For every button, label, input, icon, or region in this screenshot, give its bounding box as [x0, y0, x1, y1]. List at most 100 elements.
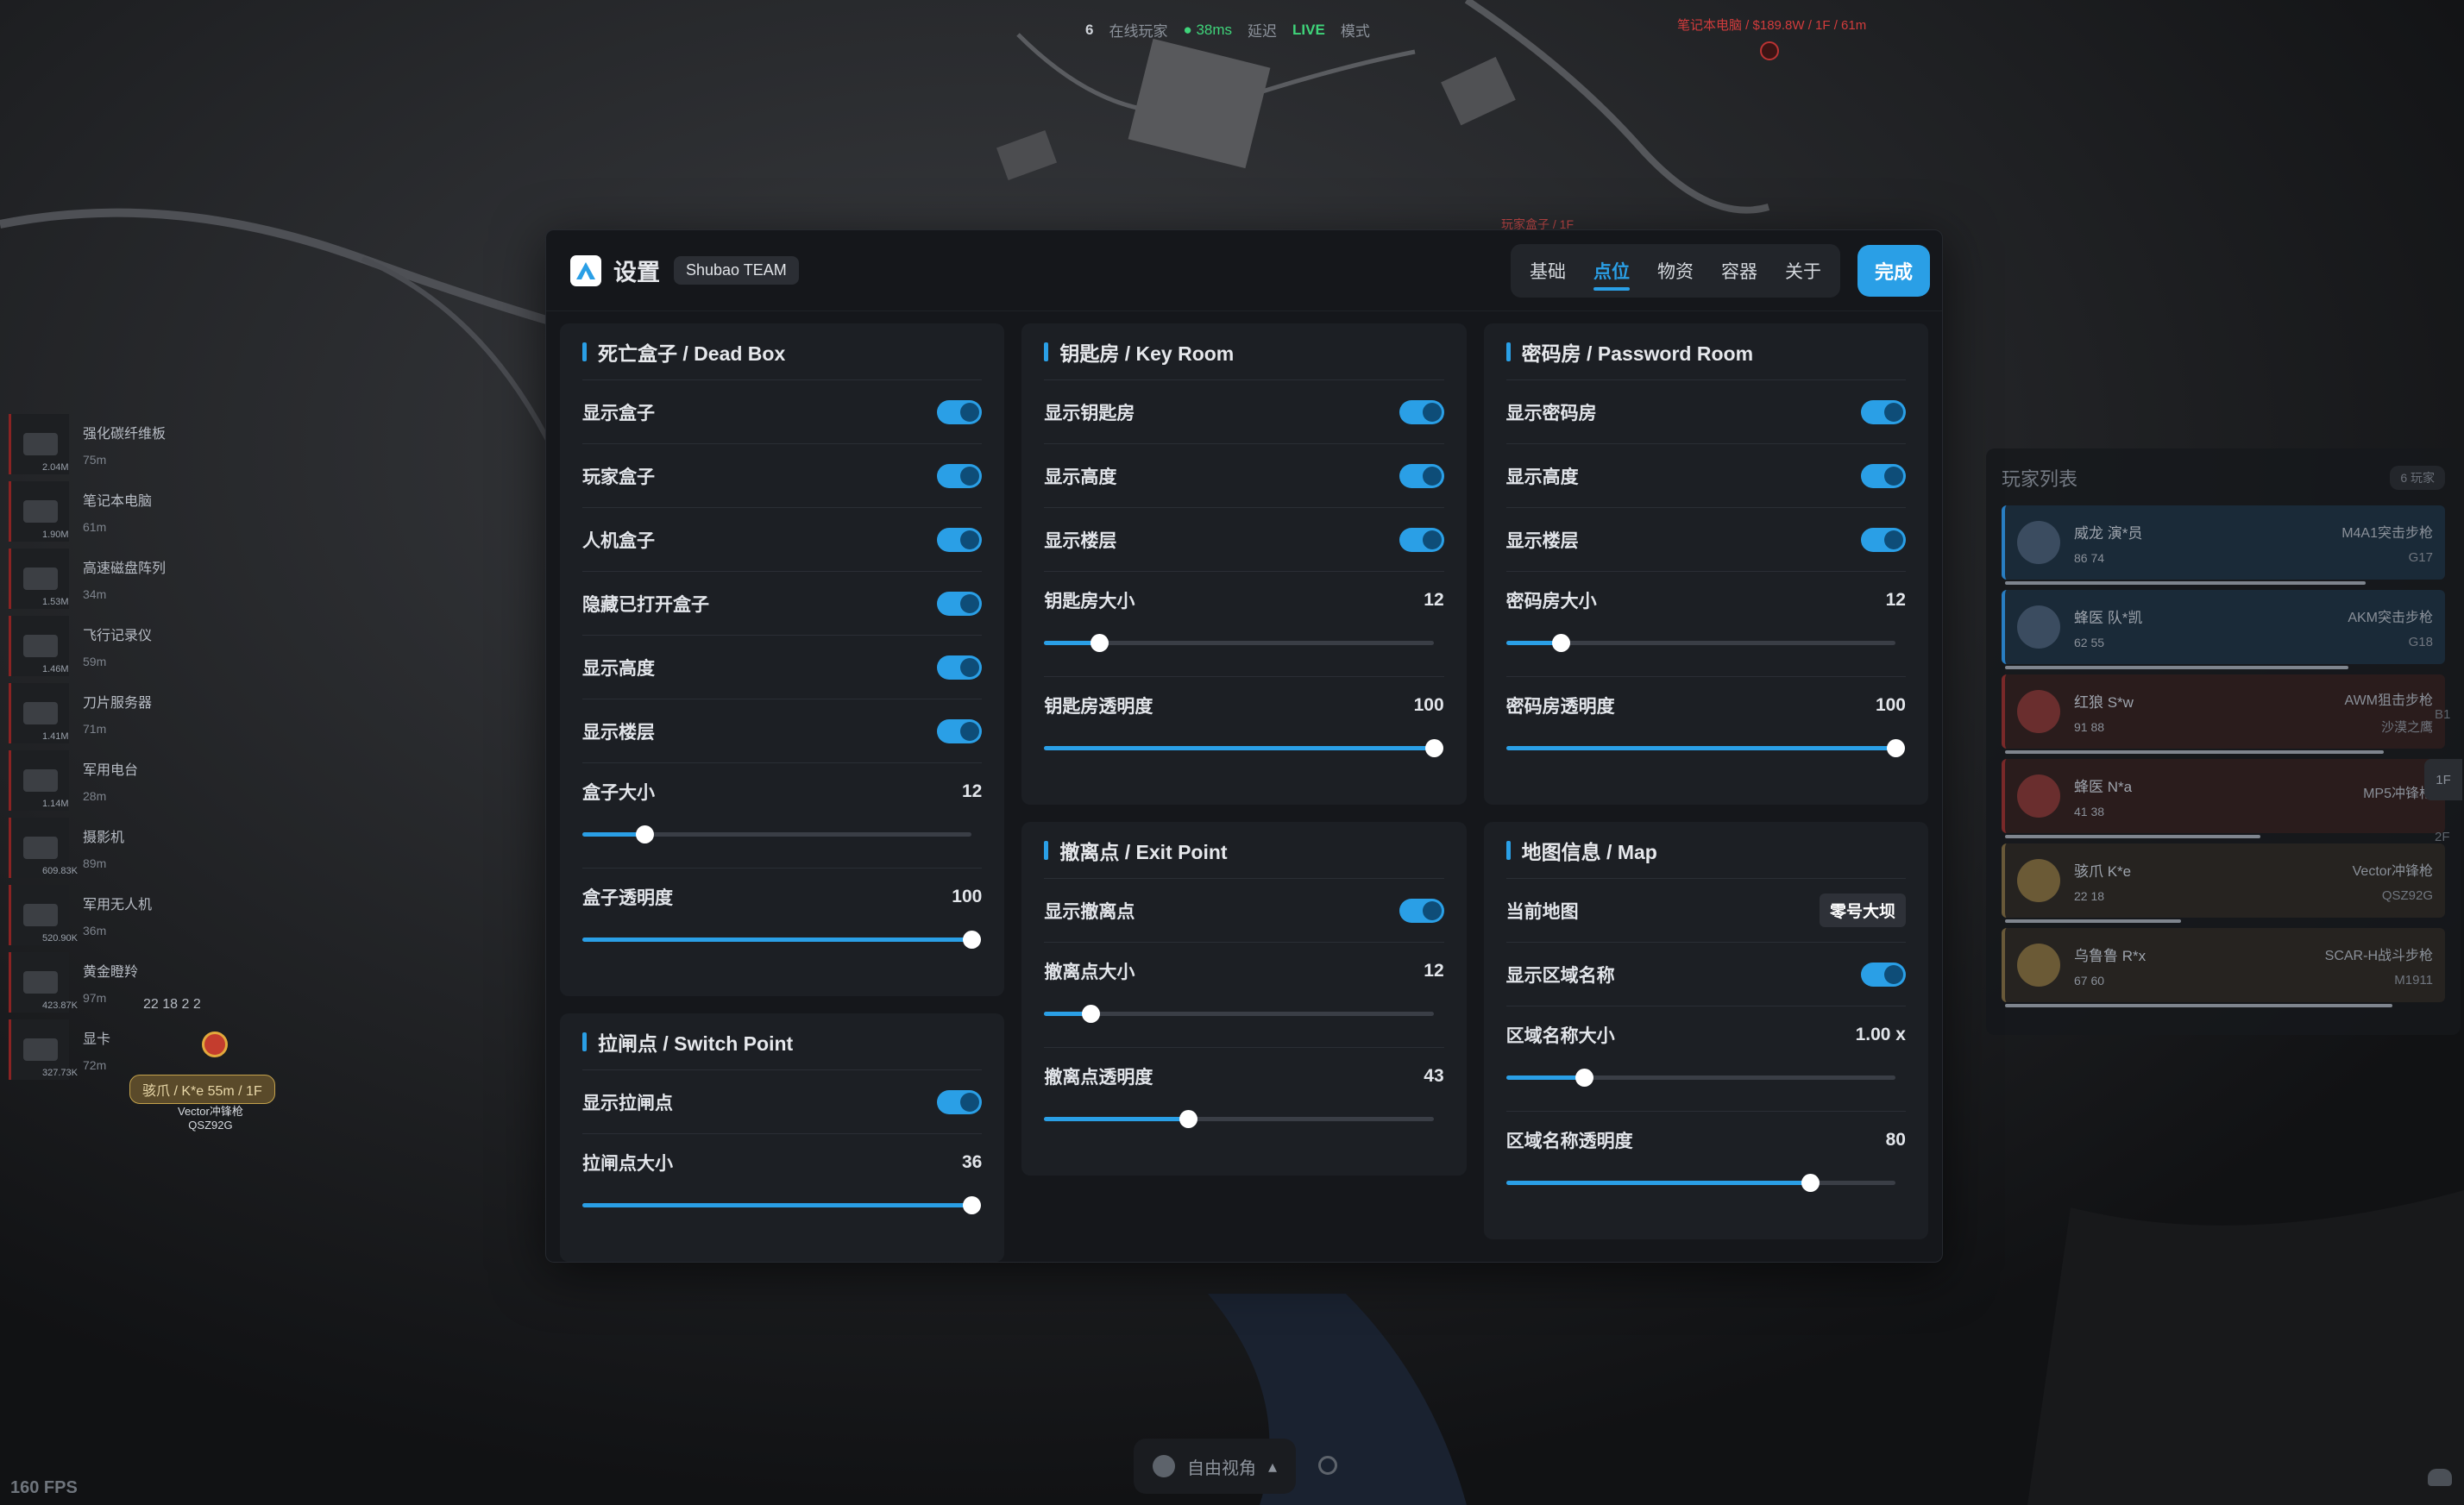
- toggle-label: 显示楼层: [1505, 530, 1579, 551]
- opacity-slider-row: 区域名称透明度 80: [1505, 1112, 1906, 1217]
- toggle-switch[interactable]: [937, 399, 983, 424]
- team-badge: Shubao TEAM: [674, 256, 799, 285]
- size-slider-thumb[interactable]: [1551, 634, 1570, 652]
- opacity-slider[interactable]: [1044, 1110, 1434, 1128]
- loot-thumbnail: 1.46M: [9, 616, 69, 676]
- toggle-switch[interactable]: [937, 463, 983, 488]
- loot-name: 显卡: [83, 1032, 111, 1047]
- loot-distance: 75m: [83, 453, 107, 467]
- player-info: 红狼 S*w 91 88: [2074, 690, 2344, 734]
- size-slider-thumb[interactable]: [1090, 634, 1109, 652]
- player-row[interactable]: 红狼 S*w 91 88 AWM狙击步枪 沙漠之鹰: [2002, 674, 2445, 754]
- opacity-slider-row: 钥匙房透明度 100: [1044, 677, 1444, 782]
- settings-title: 设置: [613, 260, 660, 285]
- toggle-switch[interactable]: [937, 591, 983, 616]
- loot-item[interactable]: 2.04M 强化碳纤维板 75m: [9, 411, 173, 478]
- player-info: 蜂医 N*a 41 38: [2074, 774, 2363, 818]
- size-slider[interactable]: [1044, 1005, 1434, 1023]
- opacity-slider[interactable]: [1505, 1174, 1895, 1192]
- online-count: 6: [1085, 21, 1094, 38]
- loot-item[interactable]: 1.14M 军用电台 28m: [9, 747, 173, 814]
- ping-value: ● 38ms: [1183, 21, 1233, 38]
- size-slider[interactable]: [582, 1196, 982, 1214]
- toggle-switch[interactable]: [937, 718, 983, 743]
- done-button[interactable]: 完成: [1857, 244, 1930, 297]
- size-slider-thumb[interactable]: [636, 825, 655, 843]
- opacity-slider-thumb[interactable]: [1801, 1174, 1820, 1192]
- toggle-switch[interactable]: [1399, 399, 1444, 424]
- people-icon[interactable]: [2428, 1469, 2452, 1486]
- current-map-value[interactable]: 零号大坝: [1819, 894, 1906, 927]
- size-slider[interactable]: [1044, 634, 1434, 652]
- toggle-switch[interactable]: [1399, 898, 1444, 923]
- gear-icon[interactable]: [1318, 1456, 1337, 1475]
- loot-name: 刀片服务器: [83, 696, 153, 711]
- opacity-slider-thumb[interactable]: [1424, 739, 1443, 757]
- view-mode-selector[interactable]: 自由视角 ▴: [1134, 1439, 1297, 1494]
- toggle-switch[interactable]: [937, 527, 983, 552]
- size-slider-thumb[interactable]: [1082, 1005, 1101, 1023]
- loot-item[interactable]: 1.53M 高速磁盘阵列 34m: [9, 545, 173, 612]
- loot-item[interactable]: 1.41M 刀片服务器 71m: [9, 680, 173, 747]
- opacity-slider-thumb[interactable]: [963, 931, 982, 949]
- player-row[interactable]: 威龙 演*员 86 74 M4A1突击步枪 G17: [2002, 505, 2445, 585]
- toggle-label: 人机盒子: [582, 530, 655, 551]
- opacity-value: 100: [1875, 695, 1906, 715]
- password-room-card: 密码房 / Password Room 显示密码房 显示高度 显示楼层 密码房大小 12 密…: [1483, 323, 1928, 805]
- toggle-switch[interactable]: [1860, 527, 1906, 552]
- map-player-marker[interactable]: [202, 1032, 228, 1057]
- tab-4[interactable]: 关于: [1773, 249, 1833, 292]
- latency-label: 延迟: [1248, 23, 1278, 40]
- player-row[interactable]: 乌鲁鲁 R*x 67 60 SCAR-H战斗步枪 M1911: [2002, 928, 2445, 1007]
- size-slider[interactable]: [582, 825, 972, 843]
- player-row[interactable]: 骇爪 K*e 22 18 Vector冲锋枪 QSZ92G: [2002, 843, 2445, 923]
- toggle-row: 显示拉闸点: [582, 1070, 983, 1134]
- toggle-switch[interactable]: [937, 655, 983, 680]
- player-avatar: [2017, 774, 2060, 818]
- tab-0[interactable]: 基础: [1518, 249, 1578, 292]
- online-label: 在线玩家: [1109, 23, 1168, 40]
- size-slider[interactable]: [1505, 634, 1895, 652]
- loot-name: 摄影机: [83, 831, 125, 845]
- size-slider-head: 密码房大小 12: [1506, 587, 1906, 613]
- toggle-switch[interactable]: [1860, 463, 1906, 488]
- player-avatar: [2017, 690, 2060, 733]
- size-value: 1.00 x: [1855, 1025, 1906, 1044]
- tab-1[interactable]: 点位: [1581, 249, 1642, 292]
- loot-distance: 34m: [83, 587, 107, 601]
- loot-distance: 28m: [83, 789, 107, 803]
- loot-item[interactable]: 327.73K 显卡 72m: [9, 1016, 173, 1083]
- size-label: 区域名称大小: [1505, 1026, 1615, 1046]
- size-slider[interactable]: [1505, 1069, 1895, 1087]
- opacity-slider-thumb[interactable]: [1179, 1110, 1198, 1128]
- floor-badge[interactable]: 1F: [2424, 759, 2462, 800]
- toggle-row: 玩家盒子: [582, 444, 983, 508]
- opacity-slider[interactable]: [1505, 739, 1905, 757]
- size-slider-thumb[interactable]: [1575, 1069, 1593, 1087]
- player-row[interactable]: 蜂医 N*a 41 38 MP5冲锋枪: [2002, 759, 2445, 838]
- loot-name: 笔记本电脑: [83, 494, 153, 509]
- opacity-slider[interactable]: [1044, 739, 1443, 757]
- player-row[interactable]: 蜂医 队*凯 62 55 AKM突击步枪 G18: [2002, 590, 2445, 669]
- map-info-card: 地图信息 / Map 当前地图 零号大坝 显示区域名称 区域名称大小 1.00 x 区域名称…: [1483, 822, 1928, 1239]
- tab-3[interactable]: 容器: [1709, 249, 1769, 292]
- toggle-switch[interactable]: [1860, 399, 1906, 424]
- opacity-slider-thumb[interactable]: [1886, 739, 1905, 757]
- player-info: 蜂医 队*凯 62 55: [2074, 605, 2348, 649]
- loot-item[interactable]: 609.83K 摄影机 89m: [9, 814, 173, 881]
- size-slider-fill: [1505, 1075, 1584, 1080]
- toggle-switch[interactable]: [937, 1089, 983, 1114]
- loot-distance: 72m: [83, 1058, 107, 1072]
- toggle-switch[interactable]: [1399, 463, 1444, 488]
- toggle-switch[interactable]: [1399, 527, 1444, 552]
- size-slider-thumb[interactable]: [963, 1196, 982, 1214]
- opacity-slider[interactable]: [582, 931, 982, 949]
- loot-thumbnail: 2.04M: [9, 414, 69, 474]
- map-target-marker[interactable]: [1760, 41, 1779, 60]
- card-title: 死亡盒子 / Dead Box: [582, 323, 983, 380]
- loot-item[interactable]: 1.46M 飞行记录仪 59m: [9, 612, 173, 680]
- tab-2[interactable]: 物资: [1645, 249, 1706, 292]
- loot-item[interactable]: 520.90K 军用无人机 36m: [9, 881, 173, 949]
- toggle-switch[interactable]: [1860, 962, 1906, 987]
- loot-item[interactable]: 1.90M 笔记本电脑 61m: [9, 478, 173, 545]
